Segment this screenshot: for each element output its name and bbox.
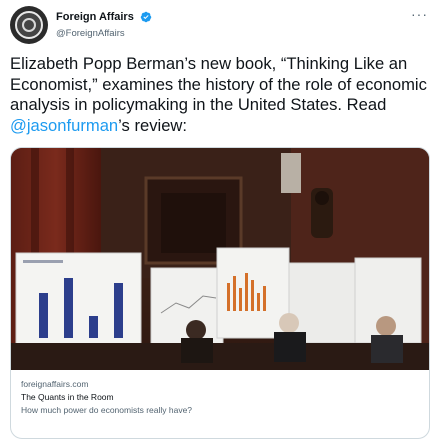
link-card[interactable]: foreignaffairs.com The Quants in the Roo… bbox=[10, 147, 430, 439]
verified-badge-icon bbox=[141, 11, 152, 23]
foreign-affairs-logo-icon bbox=[15, 11, 43, 39]
card-description: How much power do economists really have… bbox=[21, 405, 193, 415]
tweet-text: Elizabeth Popp Berman’s new book, “Think… bbox=[10, 54, 430, 136]
account-names: Foreign Affairs @ForeignAffairs bbox=[56, 8, 152, 39]
card-image[interactable] bbox=[11, 148, 429, 370]
card-meta: foreignaffairs.com The Quants in the Roo… bbox=[21, 378, 421, 417]
card-title[interactable]: The Quants in the Room bbox=[21, 391, 421, 404]
more-options-icon[interactable]: ··· bbox=[411, 6, 428, 22]
card-domain: foreignaffairs.com bbox=[21, 379, 89, 389]
tweet-text-tail: ’s review: bbox=[118, 115, 188, 135]
display-name[interactable]: Foreign Affairs bbox=[56, 11, 134, 23]
handle[interactable]: @ForeignAffairs bbox=[56, 28, 152, 39]
tweet-header: Foreign Affairs @ForeignAffairs ··· bbox=[10, 6, 430, 46]
mention-link[interactable]: @jasonfurman bbox=[10, 116, 118, 135]
tweet-text-body: Elizabeth Popp Berman’s new book, “Think… bbox=[10, 54, 427, 114]
avatar[interactable] bbox=[10, 6, 48, 44]
hearing-room-photo bbox=[11, 148, 429, 370]
